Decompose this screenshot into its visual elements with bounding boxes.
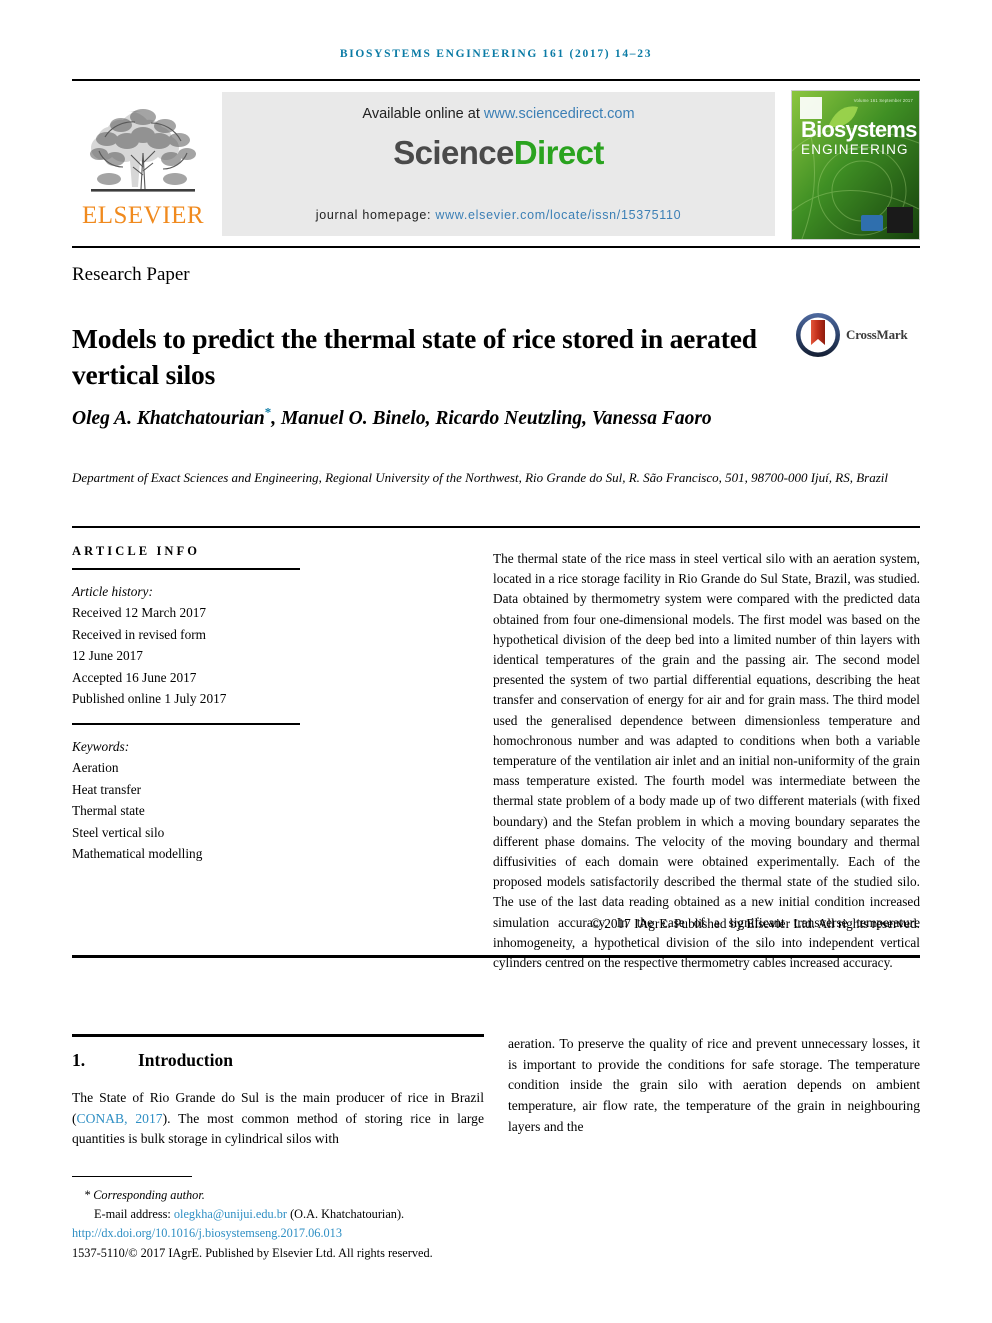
author-list: Oleg A. Khatchatourian*, Manuel O. Binel… — [72, 403, 772, 432]
intro-paragraph-left: The State of Rio Grande do Sul is the ma… — [72, 1088, 484, 1150]
history-item: Accepted 16 June 2017 — [72, 669, 197, 685]
page-title: Models to predict the thermal state of r… — [72, 323, 757, 390]
corresponding-author-marker[interactable]: * — [265, 404, 272, 419]
author-names: Oleg A. Khatchatourian*, Manuel O. Binel… — [72, 404, 712, 429]
cover-elsevier-mark — [800, 97, 822, 119]
elsevier-logo: ELSEVIER — [72, 86, 214, 238]
abstract-text: The thermal state of the rice mass in st… — [493, 551, 920, 971]
article-info-rule — [72, 568, 300, 570]
email-label: E-mail address: — [94, 1207, 174, 1222]
article-page: Biosystems Engineering 161 (2017) 14–23 — [0, 0, 992, 1323]
cover-title-line2: ENGINEERING — [801, 142, 909, 157]
sciencedirect-logo: ScienceDirect — [393, 134, 604, 172]
section-rule — [72, 1034, 484, 1037]
doi-link[interactable]: http://dx.doi.org/10.1016/j.biosystemsen… — [72, 1224, 502, 1243]
history-item: Received 12 March 2017 — [72, 605, 207, 621]
email-owner: (O.A. Khatchatourian). — [287, 1207, 405, 1222]
abstract-copyright: © 2017 IAgrE. Published by Elsevier Ltd.… — [590, 916, 920, 931]
available-online-line: Available online at www.sciencedirect.co… — [362, 106, 634, 122]
sciencedirect-url-link[interactable]: www.sciencedirect.com — [484, 106, 635, 122]
elsevier-tree-icon — [90, 109, 196, 192]
article-history-block: Article history: Received 12 March 2017 … — [72, 581, 300, 710]
elsevier-wordmark: ELSEVIER — [81, 202, 205, 229]
history-item: Received in revised form — [72, 626, 207, 642]
corresponding-author-note: * Corresponding author. — [84, 1188, 205, 1202]
journal-homepage-line: journal homepage: www.elsevier.com/locat… — [316, 208, 682, 222]
keywords-label: Keywords: — [72, 738, 130, 754]
crossmark-label: CrossMark — [846, 327, 908, 342]
available-online-label: Available online at — [362, 106, 484, 122]
section-number: 1. — [72, 1050, 86, 1070]
body-column-left: 1. Introduction The State of Rio Grande … — [72, 1034, 484, 1164]
cover-title-line1: Biosystems — [801, 117, 917, 142]
cover-badge-secondary — [861, 215, 883, 231]
cover-issue-label: Volume 161 September 2017 — [853, 98, 913, 103]
article-type: Research Paper — [72, 264, 190, 285]
intro-paragraph-right: aeration. To preserve the quality of ric… — [508, 1036, 920, 1134]
citation-link-conab[interactable]: CONAB, 2017 — [77, 1111, 163, 1126]
cover-badge-primary — [887, 207, 913, 233]
affiliation-rule — [72, 526, 920, 528]
journal-homepage-link[interactable]: www.elsevier.com/locate/issn/15375110 — [435, 208, 681, 222]
crossmark-badge[interactable]: CrossMark — [795, 310, 911, 360]
article-history-label: Article history: — [72, 583, 153, 599]
article-info-panel: ARTICLE INFO Article history: Received 1… — [72, 544, 300, 865]
keyword-item: Heat transfer — [72, 781, 142, 797]
journal-homepage-label: journal homepage: — [315, 208, 436, 222]
cover-journal-title: Biosystems ENGINEERING — [801, 119, 917, 157]
affiliation: Department of Exact Sciences and Enginee… — [72, 470, 888, 485]
history-item: 12 June 2017 — [72, 648, 143, 664]
article-info-heading: ARTICLE INFO — [72, 544, 201, 558]
footnote-rule — [72, 1176, 192, 1178]
running-head: Biosystems Engineering 161 (2017) 14–23 — [339, 48, 653, 60]
keyword-item: Steel vertical silo — [72, 824, 165, 840]
body-column-right: aeration. To preserve the quality of ric… — [508, 1034, 920, 1151]
issn-copyright-line: 1537-5110/© 2017 IAgrE. Published by Els… — [72, 1245, 433, 1260]
keyword-item: Thermal state — [72, 803, 145, 819]
keywords-block: Keywords: Aeration Heat transfer Thermal… — [72, 736, 300, 865]
section-heading: 1. Introduction — [72, 1050, 484, 1071]
sciencedirect-logo-direct: Direct — [513, 134, 605, 171]
email-note: E-mail address: olegkha@unijui.edu.br (O… — [72, 1205, 502, 1224]
sciencedirect-logo-science: Science — [393, 134, 514, 171]
journal-masthead: ELSEVIER Available online at www.science… — [72, 86, 920, 240]
section-title: Introduction — [138, 1050, 233, 1070]
crossmark-icon — [796, 313, 840, 357]
sciencedirect-banner: Available online at www.sciencedirect.co… — [222, 92, 775, 236]
keyword-item: Aeration — [72, 760, 119, 776]
email-link[interactable]: olegkha@unijui.edu.br — [174, 1207, 287, 1221]
header-rule — [72, 79, 920, 81]
abstract-bottom-rule — [72, 955, 920, 958]
footnote-block: * Corresponding author. E-mail address: … — [72, 1186, 502, 1263]
keywords-rule — [72, 722, 300, 725]
history-item: Published online 1 July 2017 — [72, 691, 227, 707]
journal-cover-thumbnail[interactable]: Volume 161 September 2017 Biosystems ENG… — [791, 90, 920, 240]
masthead-rule — [72, 246, 920, 248]
keyword-item: Mathematical modelling — [72, 846, 203, 862]
